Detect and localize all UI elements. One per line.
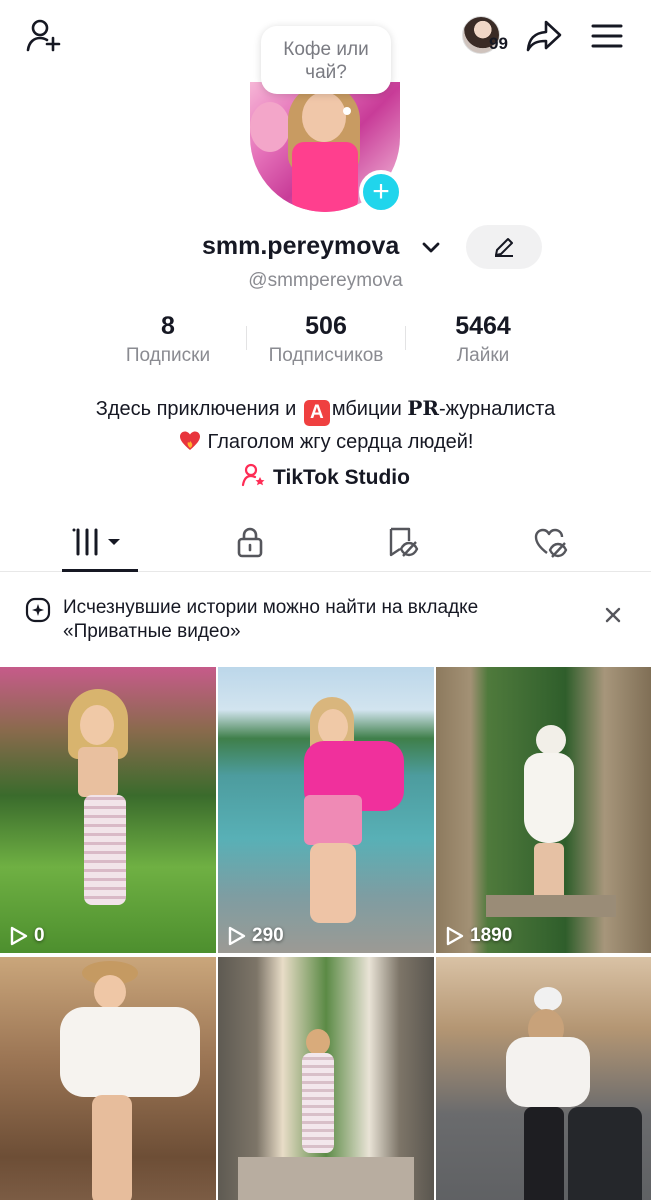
letter-a-emoji: A — [303, 400, 330, 426]
play-icon — [10, 926, 28, 946]
edit-profile-button[interactable] — [466, 225, 542, 269]
close-icon[interactable] — [600, 602, 626, 628]
creator-icon — [241, 463, 265, 487]
bio-text: Здесь приключения и — [95, 398, 302, 420]
profile-avatar-container: + — [250, 82, 403, 214]
bio-bold-text: PR — [407, 396, 439, 420]
tab-private[interactable] — [169, 512, 331, 572]
add-story-button[interactable]: + — [359, 170, 403, 214]
username-row: smm.pereymova — [0, 225, 651, 269]
video-thumbnail[interactable]: 0 — [0, 667, 216, 953]
following-label: Подписки — [125, 345, 211, 366]
video-thumbnail[interactable] — [218, 957, 434, 1200]
chevron-down-icon[interactable] — [420, 236, 442, 258]
play-icon — [228, 926, 246, 946]
grid-icon — [72, 528, 120, 556]
view-count: 0 — [8, 925, 45, 947]
video-thumbnail[interactable]: 1890 — [436, 667, 651, 953]
profile-stats: 8 Подписки 506 Подписчиков 5464 Лайки — [0, 312, 651, 372]
tab-saved[interactable] — [321, 512, 483, 572]
tiktok-studio-link[interactable]: TikTok Studio — [0, 462, 651, 490]
heart-on-fire-icon — [179, 431, 200, 450]
user-handle: @smmpereymova — [248, 270, 403, 291]
video-grid: 0 290 1890 — [0, 667, 651, 1200]
pencil-icon — [495, 238, 513, 257]
followers-label: Подписчиков — [268, 345, 384, 366]
username[interactable]: smm.pereymova — [202, 232, 399, 261]
following-stat[interactable]: 8 Подписки — [110, 312, 226, 367]
play-icon — [446, 926, 464, 946]
bubble-tail — [343, 107, 351, 115]
likes-count: 5464 — [455, 312, 511, 340]
video-thumbnail[interactable] — [436, 957, 651, 1200]
profile-bio: Здесь приключения и Aмбиции PR-журналист… — [0, 392, 651, 458]
likes-label: Лайки — [456, 345, 510, 366]
video-thumbnail[interactable] — [0, 957, 216, 1200]
view-count-text: 1890 — [470, 925, 513, 946]
likes-stat[interactable]: 5464 Лайки — [420, 312, 546, 367]
story-note-bubble[interactable]: Кофе или чай? — [261, 26, 391, 94]
view-count-text: 290 — [252, 925, 284, 946]
heart-eye-off-icon — [534, 528, 568, 558]
following-count: 8 — [161, 312, 175, 340]
tab-liked[interactable] — [470, 512, 632, 572]
followers-count: 506 — [305, 312, 347, 340]
active-tab-indicator — [62, 569, 138, 572]
view-count: 1890 — [444, 925, 512, 947]
share-icon[interactable] — [522, 14, 566, 58]
tab-videos[interactable] — [19, 512, 181, 572]
bio-text: -журналиста — [439, 398, 556, 420]
followers-stat[interactable]: 506 Подписчиков — [248, 312, 404, 367]
divider — [405, 326, 406, 350]
bio-text: Глаголом жгу сердца людей! — [207, 431, 474, 453]
add-friend-icon[interactable] — [22, 14, 66, 58]
studio-label: TikTok Studio — [273, 466, 410, 489]
view-count: 290 — [226, 925, 284, 947]
bio-line-1: Здесь приключения и Aмбиции PR-журналист… — [0, 392, 651, 426]
bio-line-2: Глаголом жгу сердца людей! — [0, 426, 651, 458]
notice-text: Исчезнувшие истории можно найти на вклад… — [63, 597, 479, 642]
sparkle-box-icon — [25, 597, 51, 623]
view-count-text: 0 — [34, 925, 45, 946]
video-thumbnail[interactable]: 290 — [218, 667, 434, 953]
menu-icon[interactable] — [584, 14, 630, 58]
story-viewers-count: 99 — [489, 34, 508, 53]
bio-text: мбиции — [331, 398, 408, 420]
bookmark-eye-off-icon — [389, 527, 419, 557]
disappearing-stories-notice: Исчезнувшие истории можно найти на вклад… — [0, 590, 651, 652]
lock-icon — [237, 527, 263, 558]
profile-tabs — [0, 512, 651, 572]
divider — [246, 326, 247, 350]
